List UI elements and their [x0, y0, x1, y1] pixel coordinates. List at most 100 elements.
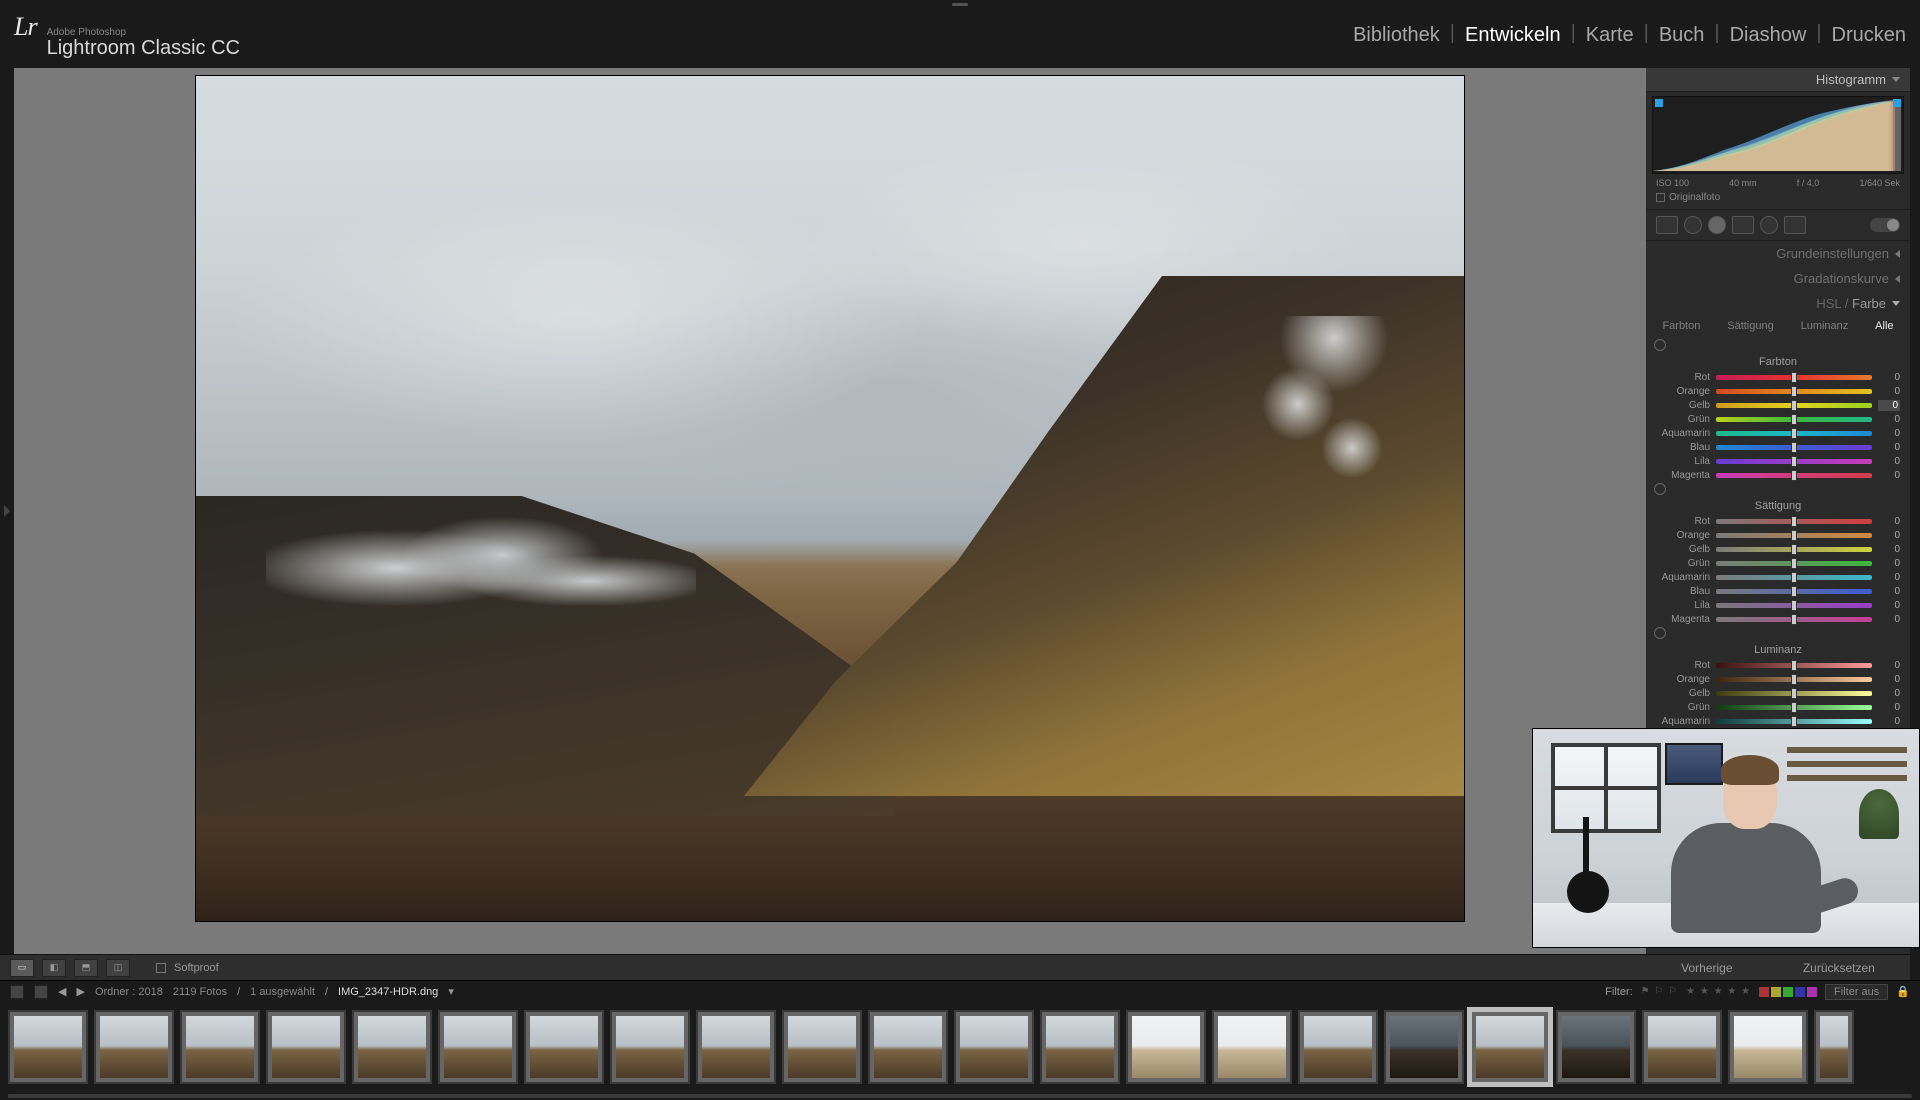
module-map[interactable]: Karte [1586, 22, 1634, 49]
module-develop[interactable]: Entwickeln [1465, 22, 1561, 49]
before-after-tb-button[interactable]: ⬒ [74, 959, 98, 977]
before-after-split-button[interactable]: ◫ [106, 959, 130, 977]
thumbnail[interactable] [1126, 1010, 1206, 1084]
thumbnail[interactable] [1040, 1010, 1120, 1084]
crop-tool[interactable] [1656, 216, 1678, 234]
color-label-filter[interactable] [1759, 987, 1817, 997]
thumbnail[interactable] [696, 1010, 776, 1084]
chevron-left-icon [1895, 275, 1900, 283]
thumbnail[interactable] [438, 1010, 518, 1084]
section-hsl[interactable]: HSL / Farbe [1646, 291, 1910, 316]
sat-yellow-slider[interactable] [1716, 547, 1872, 552]
thumbnail[interactable] [610, 1010, 690, 1084]
thumbnail[interactable] [1814, 1010, 1854, 1084]
thumbnail[interactable] [524, 1010, 604, 1084]
tat-hue[interactable] [1654, 339, 1666, 351]
thumbnail[interactable] [94, 1010, 174, 1084]
lum-aqua-slider[interactable] [1716, 719, 1872, 724]
lum-orange-slider[interactable] [1716, 677, 1872, 682]
histogram[interactable] [1652, 96, 1904, 174]
second-window-button[interactable] [10, 985, 24, 999]
module-library[interactable]: Bibliothek [1353, 22, 1440, 49]
exif-aperture: f / 4,0 [1797, 178, 1820, 188]
photo-canvas[interactable] [14, 68, 1646, 954]
softproof-checkbox[interactable] [156, 963, 166, 973]
exif-focal: 40 mm [1729, 178, 1757, 188]
grid-icon[interactable] [34, 985, 48, 999]
tab-all[interactable]: Alle [1875, 320, 1893, 332]
filter-preset[interactable]: Filter aus [1825, 984, 1888, 1000]
thumbnail[interactable] [782, 1010, 862, 1084]
flag-filters[interactable]: ⚑ ⚐ ⚐ [1641, 986, 1678, 997]
mask-switch[interactable] [1870, 218, 1900, 232]
before-after-lr-button[interactable]: ◧ [42, 959, 66, 977]
filter-lock-icon[interactable]: 🔒 [1896, 985, 1910, 998]
filmstrip-info: ◀▶ Ordner : 2018 2119 Fotos / 1 ausgewäh… [0, 980, 1920, 1002]
left-panel-toggle[interactable] [0, 68, 14, 954]
sat-red-slider[interactable] [1716, 519, 1872, 524]
thumbnail[interactable] [1212, 1010, 1292, 1084]
hue-aqua-slider[interactable] [1716, 431, 1872, 436]
webcam-overlay [1532, 728, 1920, 948]
thumbnail[interactable] [352, 1010, 432, 1084]
thumbnail[interactable] [180, 1010, 260, 1084]
radial-tool[interactable] [1760, 216, 1778, 234]
module-print[interactable]: Drucken [1832, 22, 1906, 49]
hue-yellow-slider[interactable] [1716, 403, 1872, 408]
spot-tool[interactable] [1684, 216, 1702, 234]
thumbnail[interactable] [1642, 1010, 1722, 1084]
hue-red-slider[interactable] [1716, 375, 1872, 380]
module-slideshow[interactable]: Diashow [1730, 22, 1807, 49]
loupe-view-button[interactable]: ▭ [10, 959, 34, 977]
thumbnail[interactable] [1556, 1010, 1636, 1084]
original-checkbox[interactable] [1656, 193, 1665, 202]
chevron-left-icon [1895, 250, 1900, 258]
redeye-tool[interactable] [1708, 216, 1726, 234]
thumbnail[interactable] [1298, 1010, 1378, 1084]
thumbnail-selected[interactable] [1470, 1010, 1550, 1084]
thumbnail[interactable] [868, 1010, 948, 1084]
histogram-header[interactable]: Histogramm [1646, 68, 1910, 92]
section-basic[interactable]: Grundeinstellungen [1646, 241, 1910, 266]
hue-orange-slider[interactable] [1716, 389, 1872, 394]
thumbnail[interactable] [266, 1010, 346, 1084]
hue-magenta-slider[interactable] [1716, 473, 1872, 478]
hue-purple-slider[interactable] [1716, 459, 1872, 464]
reset-button[interactable]: Zurücksetzen [1803, 961, 1875, 975]
previous-button[interactable]: Vorherige [1681, 961, 1732, 975]
tab-hue[interactable]: Farbton [1662, 320, 1700, 332]
filmstrip[interactable] [0, 1002, 1920, 1092]
hue-green-slider[interactable] [1716, 417, 1872, 422]
thumbnail[interactable] [954, 1010, 1034, 1084]
tat-lum[interactable] [1654, 627, 1666, 639]
lum-red-slider[interactable] [1716, 663, 1872, 668]
section-tonecurve[interactable]: Gradationskurve [1646, 266, 1910, 291]
chevron-down-icon [1892, 301, 1900, 306]
grad-tool[interactable] [1732, 216, 1754, 234]
canvas-toolbar: ▭ ◧ ⬒ ◫ Softproof [0, 954, 1646, 980]
lum-green-slider[interactable] [1716, 705, 1872, 710]
sat-green-slider[interactable] [1716, 561, 1872, 566]
tat-sat[interactable] [1654, 483, 1666, 495]
filter-label: Filter: [1605, 986, 1633, 998]
sat-orange-slider[interactable] [1716, 533, 1872, 538]
thumbnail[interactable] [1384, 1010, 1464, 1084]
sat-purple-slider[interactable] [1716, 603, 1872, 608]
softproof-label: Softproof [174, 962, 219, 974]
tab-lum[interactable]: Luminanz [1801, 320, 1849, 332]
lum-yellow-slider[interactable] [1716, 691, 1872, 696]
sat-magenta-slider[interactable] [1716, 617, 1872, 622]
thumbnail[interactable] [8, 1010, 88, 1084]
tab-sat[interactable]: Sättigung [1727, 320, 1773, 332]
brush-tool[interactable] [1784, 216, 1806, 234]
exif-iso: ISO 100 [1656, 178, 1689, 188]
module-switcher: Bibliothek| Entwickeln| Karte| Buch| Dia… [1353, 22, 1906, 49]
hue-blue-slider[interactable] [1716, 445, 1872, 450]
rating-filter[interactable]: ★ ★ ★ ★ ★ [1686, 986, 1751, 997]
filmstrip-scrollbar[interactable] [0, 1092, 1920, 1100]
sat-blue-slider[interactable] [1716, 589, 1872, 594]
thumbnail[interactable] [1728, 1010, 1808, 1084]
module-book[interactable]: Buch [1659, 22, 1705, 49]
exif-shutter: 1/640 Sek [1859, 178, 1900, 188]
sat-aqua-slider[interactable] [1716, 575, 1872, 580]
